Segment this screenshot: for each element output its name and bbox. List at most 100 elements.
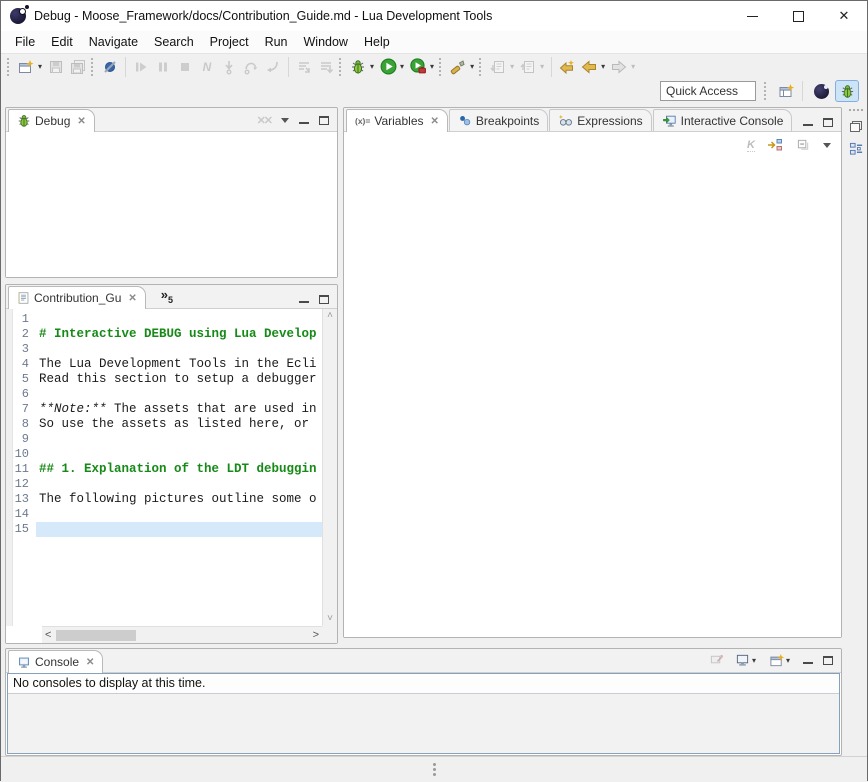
toolbar-drag-handle[interactable] <box>764 82 767 100</box>
scroll-down-icon[interactable]: ˅ <box>327 614 333 624</box>
coverage-button[interactable] <box>407 56 429 78</box>
pin-console-button[interactable] <box>709 652 725 668</box>
last-edit-location-button[interactable] <box>556 56 578 78</box>
save-all-button[interactable] <box>67 56 89 78</box>
menu-window[interactable]: Window <box>296 33 356 51</box>
menu-navigate[interactable]: Navigate <box>81 33 146 51</box>
tab-variables[interactable]: (x)= Variables ✕ <box>346 109 448 132</box>
tab-breakpoints[interactable]: Breakpoints <box>449 109 548 131</box>
menu-project[interactable]: Project <box>202 33 257 51</box>
run-button[interactable] <box>377 56 399 78</box>
scrollbar-track[interactable] <box>54 629 309 642</box>
maximize-view-button[interactable] <box>319 295 329 304</box>
outline-view-button[interactable] <box>849 142 864 156</box>
maximize-view-button[interactable] <box>823 118 833 127</box>
menu-file[interactable]: File <box>7 33 43 51</box>
editor-text-area[interactable]: 12# Interactive DEBUG using Lua Develop3… <box>6 309 322 626</box>
open-console-dropdown[interactable]: ▾ <box>786 656 790 665</box>
editor-line[interactable]: 15 <box>6 522 322 537</box>
editor-line[interactable]: 3 <box>6 342 322 357</box>
show-logical-structures-button[interactable] <box>767 137 783 153</box>
minimize-view-button[interactable] <box>299 117 309 124</box>
scroll-left-icon[interactable]: ˂ <box>45 630 51 640</box>
coverage-dropdown[interactable]: ▾ <box>430 62 434 71</box>
menu-edit[interactable]: Edit <box>43 33 81 51</box>
line-number[interactable]: 8 <box>6 417 36 432</box>
disconnect-button[interactable]: N <box>196 56 218 78</box>
line-number[interactable]: 1 <box>6 312 36 327</box>
tab-expressions[interactable]: Expressions <box>549 109 651 131</box>
line-number[interactable]: 10 <box>6 447 36 462</box>
editor-line[interactable]: 4The Lua Development Tools in the Ecli <box>6 357 322 372</box>
toolbar-drag-handle[interactable] <box>339 58 342 76</box>
line-number[interactable]: 13 <box>6 492 36 507</box>
variables-view-content[interactable] <box>344 158 841 637</box>
remove-terminated-launches-button[interactable]: ✕✕ <box>257 114 271 127</box>
maximize-window-button[interactable] <box>775 1 821 31</box>
editor-line[interactable]: 9 <box>6 432 322 447</box>
close-tab-icon[interactable]: ✕ <box>128 293 136 304</box>
editor-line[interactable]: 13The following pictures outline some o <box>6 492 322 507</box>
editor-vertical-scrollbar[interactable]: ˄ ˅ <box>322 309 337 626</box>
maximize-view-button[interactable] <box>319 116 329 125</box>
line-number[interactable]: 11 <box>6 462 36 477</box>
editor-line[interactable]: 10 <box>6 447 322 462</box>
show-type-names-button[interactable]: K <box>747 139 755 152</box>
editor-line[interactable]: 6 <box>6 387 322 402</box>
suspend-button[interactable] <box>152 56 174 78</box>
line-number[interactable]: 14 <box>6 507 36 522</box>
display-console-dropdown[interactable]: ▾ <box>752 656 756 665</box>
line-number[interactable]: 7 <box>6 402 36 417</box>
scroll-up-icon[interactable]: ˄ <box>327 311 333 321</box>
editor-line[interactable]: 2# Interactive DEBUG using Lua Develop <box>6 327 322 342</box>
restore-view-button[interactable] <box>850 121 862 132</box>
editor-line[interactable]: 5Read this section to setup a debugger <box>6 372 322 387</box>
statusbar-drag-handle[interactable] <box>433 763 436 766</box>
close-tab-icon[interactable]: ✕ <box>86 657 94 668</box>
skip-all-breakpoints-button[interactable] <box>99 56 121 78</box>
new-wizard-button[interactable] <box>15 56 37 78</box>
minimize-view-button[interactable] <box>803 657 813 664</box>
line-number[interactable]: 12 <box>6 477 36 492</box>
view-menu-button[interactable] <box>823 143 831 148</box>
editor-line[interactable]: 14 <box>6 507 322 522</box>
collapse-all-button[interactable] <box>795 137 811 153</box>
tab-console[interactable]: Console ✕ <box>8 650 103 673</box>
line-number[interactable]: 9 <box>6 432 36 447</box>
toolbar-drag-handle[interactable] <box>91 58 94 76</box>
terminate-button[interactable] <box>174 56 196 78</box>
step-filters-button[interactable] <box>293 56 315 78</box>
scrollbar-thumb[interactable] <box>56 630 136 641</box>
minibar-drag-handle[interactable] <box>849 109 863 111</box>
editor-line[interactable]: 11## 1. Explanation of the LDT debuggin <box>6 462 322 477</box>
minimize-view-button[interactable] <box>803 119 813 126</box>
minimize-window-button[interactable] <box>729 1 775 31</box>
maximize-view-button[interactable] <box>823 656 833 665</box>
toolbar-drag-handle[interactable] <box>7 58 10 76</box>
editor-line[interactable]: 1 <box>6 312 322 327</box>
tab-interactive-console[interactable]: Interactive Console <box>653 109 793 131</box>
previous-annotation-button[interactable] <box>517 56 539 78</box>
line-number[interactable]: 15 <box>6 522 36 537</box>
next-annotation-button[interactable] <box>487 56 509 78</box>
save-button[interactable] <box>45 56 67 78</box>
drop-to-frame-button[interactable] <box>315 56 337 78</box>
toolbar-drag-handle[interactable] <box>439 58 442 76</box>
external-tools-button[interactable] <box>447 56 469 78</box>
back-button[interactable] <box>578 56 600 78</box>
quick-access-input[interactable] <box>660 81 756 101</box>
debug-button[interactable] <box>347 56 369 78</box>
lua-perspective-button[interactable] <box>809 80 833 102</box>
tab-debug[interactable]: Debug ✕ <box>8 109 95 132</box>
open-perspective-button[interactable] <box>774 80 798 102</box>
minimize-view-button[interactable] <box>299 296 309 303</box>
menu-run[interactable]: Run <box>257 33 296 51</box>
line-number[interactable]: 6 <box>6 387 36 402</box>
open-console-button[interactable] <box>769 652 785 668</box>
back-dropdown[interactable]: ▾ <box>601 62 605 71</box>
close-tab-icon[interactable]: ✕ <box>77 116 85 127</box>
debug-view-content[interactable] <box>6 132 337 277</box>
editor-horizontal-scrollbar[interactable]: ˂ ˃ <box>42 626 322 643</box>
line-number[interactable]: 3 <box>6 342 36 357</box>
toolbar-drag-handle[interactable] <box>479 58 482 76</box>
